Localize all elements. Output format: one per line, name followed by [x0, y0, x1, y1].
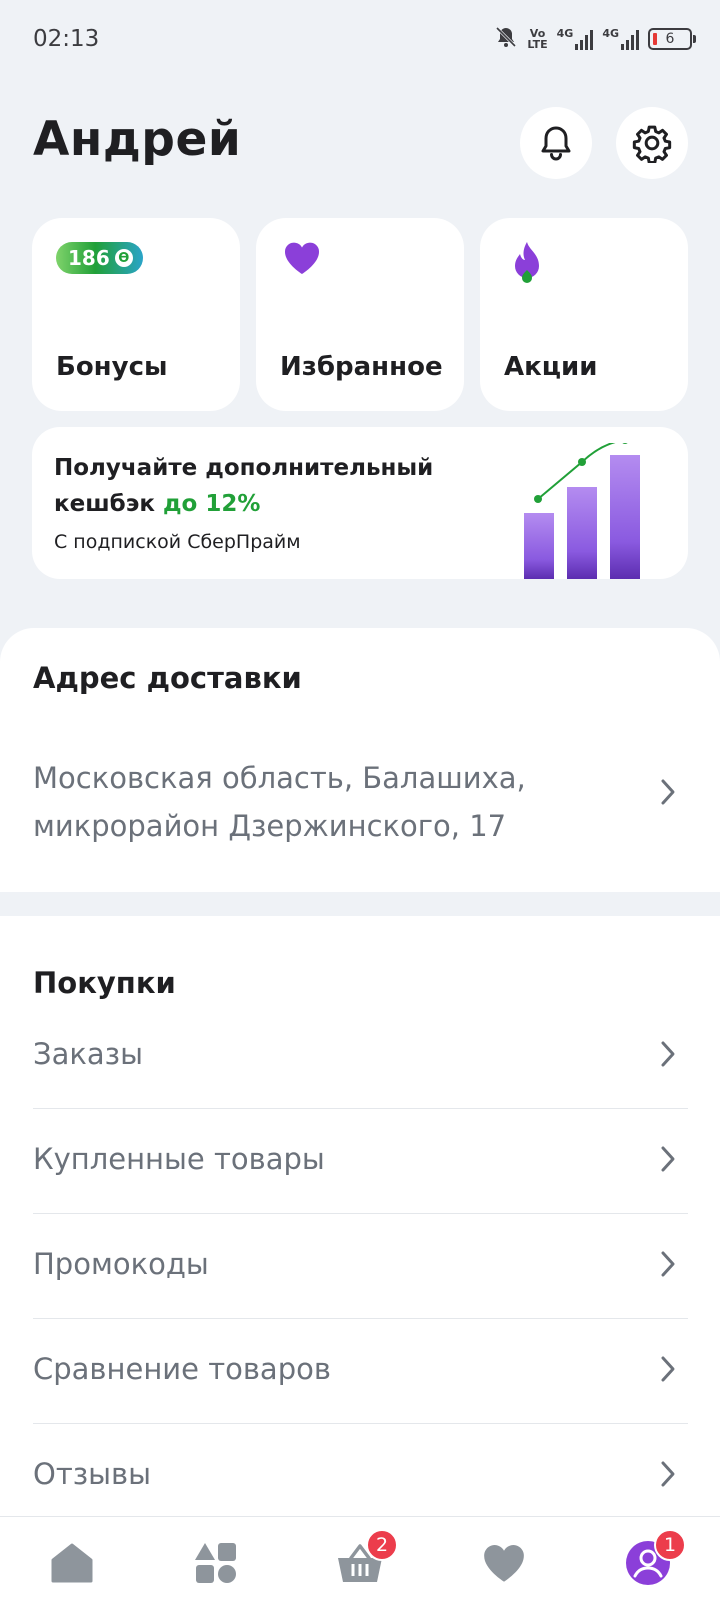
battery-level: 6: [665, 31, 675, 47]
chevron-right-icon: [661, 1146, 675, 1172]
settings-button[interactable]: [616, 107, 688, 179]
battery-icon: 6: [648, 28, 696, 50]
home-icon: [51, 1543, 93, 1583]
page-title: Андрей: [33, 112, 242, 167]
tile-favorites-label: Избранное: [280, 352, 443, 382]
tile-bonuses[interactable]: 186 Ѳ Бонусы: [32, 218, 240, 411]
notifications-button[interactable]: [520, 107, 592, 179]
delivery-address-title: Адрес доставки: [33, 661, 302, 695]
bonus-balance-badge: 186 Ѳ: [56, 242, 143, 274]
bell-icon: [541, 126, 571, 161]
gear-icon: [632, 125, 672, 163]
growth-chart-illustration: [524, 443, 640, 579]
nav-cart[interactable]: 2: [332, 1529, 398, 1591]
chevron-right-icon: [661, 1251, 675, 1277]
status-icons: Vo LTE 4G 4G 6: [494, 25, 696, 53]
nav-profile[interactable]: 1: [620, 1529, 686, 1591]
tile-favorites[interactable]: Избранное: [256, 218, 464, 411]
nav-catalog[interactable]: [188, 1535, 244, 1591]
list-item-label: Сравнение товаров: [33, 1352, 331, 1386]
list-item-orders[interactable]: Заказы: [33, 1004, 688, 1109]
purchases-card: Покупки Заказы Купленные товары Промокод…: [0, 916, 720, 1516]
chevron-right-icon: [661, 1041, 675, 1067]
tile-bonuses-label: Бонусы: [56, 352, 168, 382]
nav-home[interactable]: [44, 1535, 100, 1591]
list-item-label: Отзывы: [33, 1457, 152, 1491]
tile-promotions[interactable]: Акции: [480, 218, 688, 411]
list-item-purchased-goods[interactable]: Купленные товары: [33, 1109, 688, 1214]
banner-subtitle: С подпиской СберПрайм: [54, 531, 301, 553]
bonus-coin-icon: Ѳ: [114, 249, 133, 267]
heart-icon: [284, 242, 320, 274]
mute-bell-icon: [494, 25, 518, 53]
volte-icon: Vo LTE: [527, 27, 548, 51]
purchases-title: Покупки: [33, 966, 176, 1000]
signal-icon: 4G: [557, 28, 594, 50]
catalog-icon: [195, 1543, 236, 1583]
list-item-label: Заказы: [33, 1037, 143, 1071]
list-item-promocodes[interactable]: Промокоды: [33, 1214, 688, 1319]
list-item-compare[interactable]: Сравнение товаров: [33, 1319, 688, 1424]
bonus-balance-value: 186: [68, 246, 110, 270]
list-item-label: Промокоды: [33, 1247, 209, 1281]
signal-icon: 4G: [602, 28, 639, 50]
delivery-address-text[interactable]: Московская область, Балашиха, микрорайон…: [33, 754, 593, 850]
nav-favorites[interactable]: [476, 1535, 532, 1591]
heart-icon: [484, 1545, 524, 1582]
profile-notification-badge: 1: [654, 1529, 686, 1561]
tile-promotions-label: Акции: [504, 352, 598, 382]
banner-title-line1: Получайте дополнительный: [54, 455, 434, 481]
flame-icon: [515, 242, 539, 283]
chevron-right-icon: [661, 1356, 675, 1382]
banner-cashback-accent: до 12%: [162, 491, 261, 517]
sberprime-banner[interactable]: Получайте дополнительный кешбэк до 12% С…: [32, 427, 688, 579]
status-bar: 02:13 Vo LTE 4G 4G 6: [0, 0, 720, 82]
chevron-right-icon: [661, 1461, 675, 1487]
list-item-reviews[interactable]: Отзывы: [33, 1424, 688, 1529]
delivery-address-card: Адрес доставки Московская область, Балаш…: [0, 628, 720, 892]
bottom-navigation: 2 1: [0, 1516, 720, 1612]
banner-title-line2: кешбэк до 12%: [54, 491, 261, 517]
status-time: 02:13: [33, 26, 100, 52]
list-item-label: Купленные товары: [33, 1142, 325, 1176]
chevron-right-icon[interactable]: [660, 778, 676, 806]
cart-count-badge: 2: [366, 1529, 398, 1561]
